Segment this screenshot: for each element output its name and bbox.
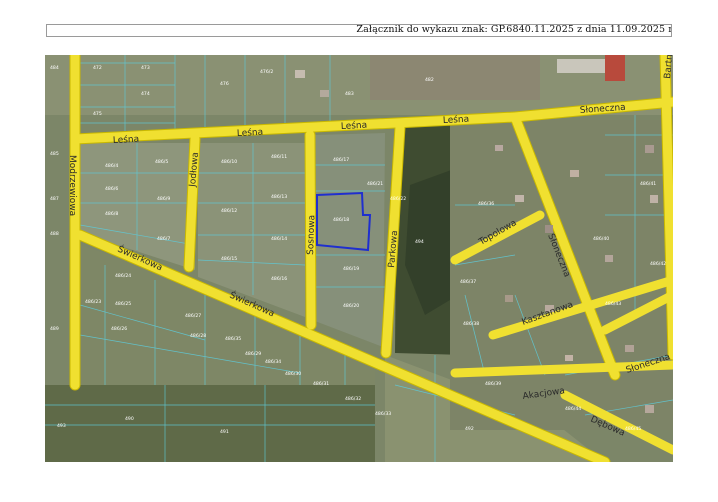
street-label-sosnowa: Sosnowa [306, 215, 317, 255]
parcel-label: 486/29 [245, 351, 261, 357]
street-label-modrzewiowa: Modrzewiowa [67, 155, 77, 216]
parcel-label: 486/35 [225, 336, 241, 342]
parcel-label: 486/32 [345, 396, 361, 402]
parcel-label: 486/24 [115, 273, 131, 279]
parcel-label: 486/13 [271, 194, 287, 200]
parcel-label: 486/4 [105, 163, 118, 169]
parcel-label: 486/19 [343, 266, 359, 272]
parcel-label: 486/12 [221, 208, 237, 214]
parcel-label: 486/16 [271, 276, 287, 282]
street-label-bartna: Bartna [663, 55, 673, 79]
farm-roof [605, 55, 625, 81]
parcel-label: 486/44 [565, 406, 581, 412]
parcel-label: 486/39 [485, 381, 501, 387]
street-label-lesna-4: Leśna [443, 114, 470, 126]
parcel-label: 472 [93, 65, 102, 71]
parcel-label: 476/2 [260, 69, 273, 75]
parcel-label: 489 [50, 326, 59, 332]
header-title: Załącznik do wykazu znak: GP.6840.11.202… [356, 24, 672, 35]
parcel-label: 486/43 [605, 301, 621, 307]
parcel-label: 486/21 [367, 181, 383, 187]
parcel-label: 491 [220, 429, 229, 435]
parcel-label: 486/25 [115, 301, 131, 307]
parcel-label: 486/30 [285, 371, 301, 377]
parcel-label: 492 [465, 426, 474, 432]
parcel-label: 484 [50, 65, 59, 71]
parcel-label: 486/11 [271, 154, 287, 160]
parcel-label: 486/5 [155, 159, 168, 165]
parcel-label: 494 [415, 239, 424, 245]
map-canvas: Leśna Leśna Leśna Leśna Słoneczna Słonec… [45, 55, 673, 462]
parcel-label: 485 [50, 151, 59, 157]
document-header: Załącznik do wykazu znak: GP.6840.11.202… [46, 24, 672, 37]
parcel-label: 474 [141, 91, 150, 97]
parcel-label: 486/27 [185, 313, 201, 319]
street-label-lesna-2: Leśna [237, 127, 264, 139]
parcel-label: 486/37 [460, 279, 476, 285]
parcel-label: 476 [220, 81, 229, 87]
parcel-label: 486/10 [221, 159, 237, 165]
parcel-label: 486/31 [313, 381, 329, 387]
parcel-label: 486/15 [221, 256, 237, 262]
field-north-farm [370, 55, 540, 100]
parcel-label: 486/36 [478, 201, 494, 207]
parcel-label: 486/6 [105, 186, 118, 192]
parcel-label: 486/34 [265, 359, 281, 365]
parcel-label: 486/22 [390, 196, 406, 202]
street-label-lesna-3: Leśna [341, 120, 368, 132]
parcel-label: 493 [57, 423, 66, 429]
parcel-label: 486/26 [111, 326, 127, 332]
parcel-label: 486/7 [157, 236, 170, 242]
parcel-label: 475 [93, 111, 102, 117]
parcel-label: 486/17 [333, 157, 349, 163]
street-label-lesna-1: Leśna [113, 134, 140, 146]
parcel-label: 486/33 [375, 411, 391, 417]
parcel-label: 486/18 [333, 217, 349, 223]
parcel-label: 490 [125, 416, 134, 422]
farm-building [557, 59, 605, 73]
parcel-label: 486/42 [650, 261, 666, 267]
parcel-label: 486/14 [271, 236, 287, 242]
parcel-label: 486/45 [625, 426, 641, 432]
parcel-label: 486/9 [157, 196, 170, 202]
parcel-label: 486/41 [640, 181, 656, 187]
parcel-label: 488 [50, 231, 59, 237]
parcel-label: 482 [425, 77, 434, 83]
parcel-label: 487 [50, 196, 59, 202]
parcel-label: 483 [345, 91, 354, 97]
parcel-label: 486/38 [463, 321, 479, 327]
parcel-label: 486/40 [593, 236, 609, 242]
field-south-strip [45, 385, 375, 462]
parcel-label: 486/28 [190, 333, 206, 339]
parcel-label: 486/8 [105, 211, 118, 217]
parcel-label: 486/23 [85, 299, 101, 305]
parcel-label: 473 [141, 65, 150, 71]
cadastral-map[interactable]: Leśna Leśna Leśna Leśna Słoneczna Słonec… [45, 55, 673, 462]
parcel-label: 486/20 [343, 303, 359, 309]
